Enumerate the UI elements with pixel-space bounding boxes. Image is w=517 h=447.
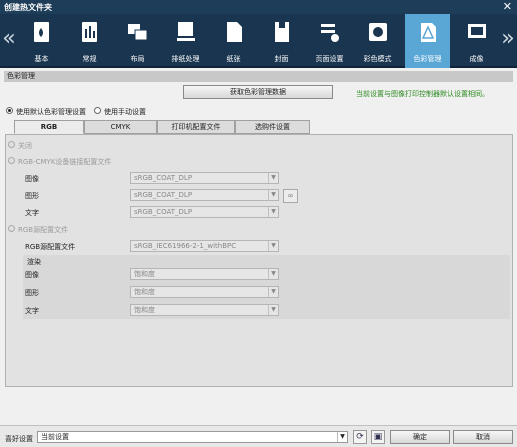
favorites-select[interactable]: 当前设置 ▼ — [37, 431, 348, 443]
bottom-bar: 喜好设置 当前设置 ▼ ⟳ ▣ 确定 取消 — [0, 425, 517, 447]
tool-label: 页面设置 — [315, 55, 344, 63]
tool-basic[interactable]: 基本 — [19, 14, 64, 68]
source-profile-radio[interactable] — [8, 225, 15, 232]
render-image-select[interactable]: 饱和度 ▼ — [130, 268, 279, 280]
chevron-down-icon: ▼ — [268, 287, 278, 297]
link-image-select[interactable]: sRGB_COAT_DLP ▼ — [130, 172, 279, 184]
tool-label: 排纸处理 — [171, 55, 200, 63]
tool-output[interactable]: 排纸处理 — [163, 14, 208, 68]
device-link-label: RGB-CMYK设备链接配置文件 — [18, 158, 112, 166]
tool-color-mode[interactable]: 彩色模式 — [355, 14, 400, 68]
manual-settings-label: 使用手动设置 — [104, 108, 146, 116]
chevron-down-icon: ▼ — [268, 173, 278, 183]
general-icon — [82, 22, 97, 42]
device-link-radio[interactable] — [8, 157, 15, 164]
page-setup-icon — [321, 24, 339, 42]
tool-layout[interactable]: 布局 — [115, 14, 160, 68]
ok-button[interactable]: 确定 — [390, 430, 450, 444]
tool-paper[interactable]: 纸张 — [211, 14, 256, 68]
window-title: 创建热文件夹 — [4, 3, 52, 12]
cover-icon — [275, 22, 289, 42]
select-value: sRGB_COAT_DLP — [134, 208, 193, 216]
section-header: 色彩管理 — [4, 71, 513, 82]
source-profile-label: RGB源配置文件 — [25, 243, 76, 251]
tab-rgb[interactable]: RGB — [14, 120, 84, 134]
tool-imaging[interactable]: 成像 — [454, 14, 499, 68]
scroll-left-icon[interactable]: « — [1, 24, 17, 56]
get-color-data-button[interactable]: 获取色彩管理数据 — [183, 85, 333, 99]
tool-label: 色彩管理 — [413, 55, 442, 63]
chevron-down-icon: ▼ — [268, 241, 278, 251]
imaging-icon — [468, 24, 486, 38]
tool-label: 常规 — [82, 55, 97, 63]
off-radio[interactable] — [8, 141, 15, 148]
save-icon[interactable]: ▣ — [371, 430, 385, 444]
cancel-button[interactable]: 取消 — [453, 430, 513, 444]
tool-label: 布局 — [130, 55, 145, 63]
tool-color-management[interactable]: 色彩管理 — [405, 14, 450, 68]
chain-link-icon[interactable]: ∞ — [283, 189, 298, 203]
tab-options[interactable]: 选购件设置 — [235, 120, 310, 134]
render-graphics-label: 图形 — [25, 289, 39, 297]
default-settings-radio[interactable] — [6, 107, 13, 114]
source-profile-radio-label: RGB源配置文件 — [18, 226, 69, 234]
render-text-label: 文字 — [25, 307, 39, 315]
link-text-label: 文字 — [25, 209, 39, 217]
default-settings-label: 使用默认色彩管理设置 — [16, 108, 86, 116]
link-image-label: 图像 — [25, 175, 39, 183]
tool-label: 封面 — [274, 55, 289, 63]
link-graphics-select[interactable]: sRGB_COAT_DLP ▼ — [130, 189, 279, 201]
layout-icon — [128, 24, 148, 41]
select-value: sRGB_COAT_DLP — [134, 191, 193, 199]
tool-label: 纸张 — [226, 55, 241, 63]
output-icon — [177, 22, 195, 41]
chevron-down-icon: ▼ — [268, 190, 278, 200]
tool-general[interactable]: 常规 — [67, 14, 112, 68]
chevron-down-icon: ▼ — [268, 207, 278, 217]
link-graphics-label: 图形 — [25, 192, 39, 200]
select-value: 饱和度 — [134, 270, 155, 278]
source-profile-select[interactable]: sRGB_IEC61966-2-1_withBPC ▼ — [130, 240, 279, 252]
scroll-right-icon[interactable]: » — [500, 24, 516, 56]
render-text-select[interactable]: 饱和度 ▼ — [130, 304, 279, 316]
tool-page-setup[interactable]: 页面设置 — [307, 14, 352, 68]
tab-printer-profile[interactable]: 打印机配置文件 — [157, 120, 235, 134]
tab-cmyk[interactable]: CMYK — [84, 120, 157, 134]
favorites-label: 喜好设置 — [5, 435, 33, 443]
rendering-title: 渲染 — [27, 258, 41, 266]
link-text-select[interactable]: sRGB_COAT_DLP ▼ — [130, 206, 279, 218]
paper-icon — [227, 22, 242, 42]
tool-label: 彩色模式 — [363, 55, 392, 63]
chevron-down-icon: ▼ — [337, 432, 347, 442]
basic-icon — [34, 22, 49, 42]
color-mode-icon — [369, 23, 387, 41]
title-bar: 创建热文件夹 ✕ — [0, 0, 517, 14]
render-graphics-select[interactable]: 饱和度 ▼ — [130, 286, 279, 298]
select-value: 饱和度 — [134, 306, 155, 314]
render-image-label: 图像 — [25, 271, 39, 279]
color-management-icon — [421, 23, 436, 42]
select-value: sRGB_IEC61966-2-1_withBPC — [134, 242, 237, 250]
chevron-down-icon: ▼ — [268, 305, 278, 315]
off-label: 关闭 — [18, 142, 32, 150]
status-note: 当前设置与图像打印控制器默认设置相同。 — [356, 90, 489, 98]
close-icon[interactable]: ✕ — [503, 0, 512, 14]
select-value: 饱和度 — [134, 288, 155, 296]
select-value: 当前设置 — [41, 433, 69, 441]
refresh-icon[interactable]: ⟳ — [353, 430, 367, 444]
chevron-down-icon: ▼ — [268, 269, 278, 279]
tool-cover[interactable]: 封面 — [259, 14, 304, 68]
category-toolbar: « 基本 常规 布局 排纸处理 纸张 封面 页面设置 彩色模式 色彩管理 成像 … — [0, 14, 517, 68]
tool-label: 基本 — [34, 55, 49, 63]
manual-settings-radio[interactable] — [94, 107, 101, 114]
select-value: sRGB_COAT_DLP — [134, 174, 193, 182]
tool-label: 成像 — [469, 55, 484, 63]
